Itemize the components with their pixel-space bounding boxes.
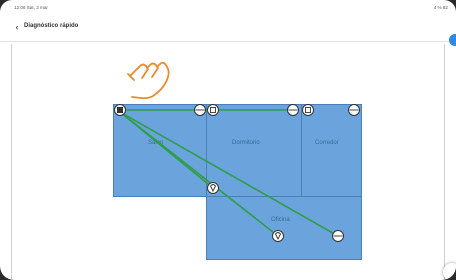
signal-point-icon[interactable] (348, 104, 360, 116)
plug-icon[interactable] (302, 104, 314, 116)
signal-point-icon[interactable] (332, 230, 344, 242)
signal-point-icon[interactable] (272, 230, 284, 242)
connection-line (119, 111, 279, 237)
router-icon[interactable] (114, 104, 126, 116)
tablet-screen: 12:06 Sat, 2 mar 4 % 82 ‹ Diagnóstico rá… (0, 0, 456, 280)
signal-point-icon[interactable] (287, 104, 299, 116)
plug-icon[interactable] (207, 104, 219, 116)
tap-hand-icon (127, 61, 170, 100)
signal-point-icon[interactable] (207, 182, 219, 194)
connection-lines (119, 109, 339, 237)
connection-line (119, 111, 339, 237)
floor-plan-overlay (114, 61, 360, 242)
signal-point-icon[interactable] (194, 104, 206, 116)
corner-handle[interactable] (443, 263, 456, 280)
